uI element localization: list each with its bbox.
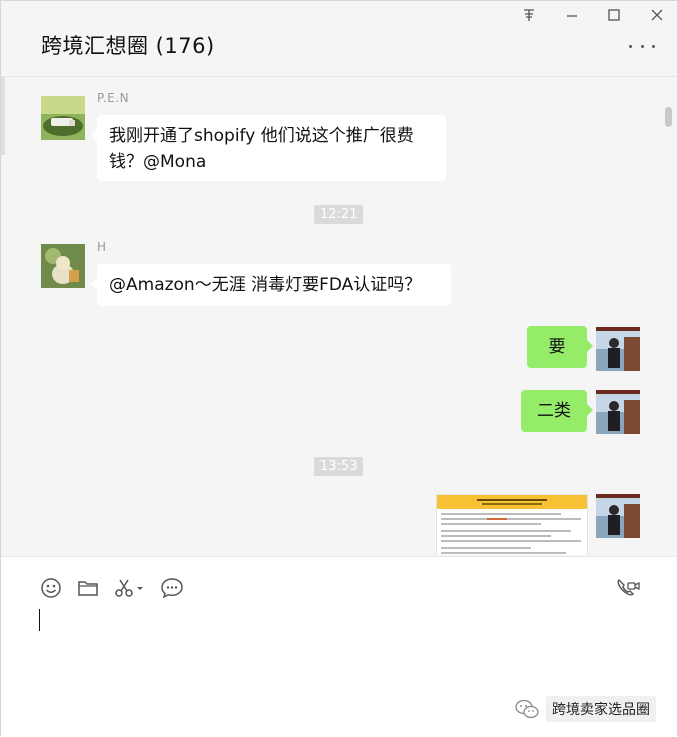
emoji-icon[interactable]: [38, 575, 64, 601]
minimize-icon[interactable]: [559, 5, 585, 25]
avatar-pen[interactable]: [41, 96, 85, 140]
close-icon[interactable]: [644, 5, 670, 25]
watermark-text: 跨境卖家选品圈: [546, 696, 656, 722]
avatar-self[interactable]: [596, 390, 640, 434]
scrollbar-thumb[interactable]: [665, 107, 672, 127]
dot-icon: [629, 44, 632, 48]
message-bubble[interactable]: 我刚开通了shopify 他们说这个推广很费 钱？@Mona: [91, 115, 446, 181]
message-bubble-outgoing[interactable]: 要: [527, 326, 593, 368]
left-edge-shade: [1, 77, 5, 155]
pin-icon[interactable]: [516, 5, 542, 25]
more-options-button[interactable]: [629, 41, 655, 51]
timestamp: 13:53: [314, 457, 364, 476]
title-bar: 跨境汇想圈 (176): [1, 1, 677, 77]
message-bubble-outgoing[interactable]: 二类: [521, 390, 593, 432]
scissors-icon[interactable]: [112, 575, 146, 601]
sender-name: P.E.N: [97, 91, 130, 105]
avatar-h[interactable]: [41, 244, 85, 288]
document-image-attachment[interactable]: [436, 494, 588, 555]
message-input-area[interactable]: 跨境卖家选品圈: [1, 556, 677, 737]
maximize-icon[interactable]: [601, 5, 627, 25]
dot-icon: [640, 44, 644, 48]
message-text-line: @Amazon～无涯 消毒灯要FDA认证吗？: [109, 275, 422, 295]
sender-name: H: [97, 240, 107, 254]
folder-icon[interactable]: [75, 575, 101, 601]
avatar-self[interactable]: [596, 327, 640, 371]
message-text-line: 我刚开通了shopify 他们说这个推广很费: [109, 126, 414, 146]
message-text: 要: [548, 337, 566, 357]
message-text-line: 钱？@Mona: [109, 152, 207, 172]
chat-window: 跨境汇想圈 (176) P.E.N 我刚开通了shopify 他们说这个推广很费…: [0, 0, 678, 737]
message-bubble[interactable]: @Amazon～无涯 消毒灯要FDA认证吗？: [91, 264, 451, 306]
watermark: 跨境卖家选品圈: [514, 695, 656, 723]
message-list[interactable]: P.E.N 我刚开通了shopify 他们说这个推广很费 钱？@Mona 12:…: [1, 77, 677, 555]
video-call-icon[interactable]: [615, 575, 641, 601]
chat-history-icon[interactable]: [159, 575, 185, 601]
avatar-self[interactable]: [596, 494, 640, 538]
chat-title: 跨境汇想圈 (176): [41, 34, 215, 58]
text-cursor: [39, 609, 40, 631]
dot-icon: [652, 44, 655, 48]
timestamp: 12:21: [314, 205, 364, 224]
wechat-logo-icon: [515, 699, 539, 719]
message-text: 二类: [537, 401, 571, 421]
